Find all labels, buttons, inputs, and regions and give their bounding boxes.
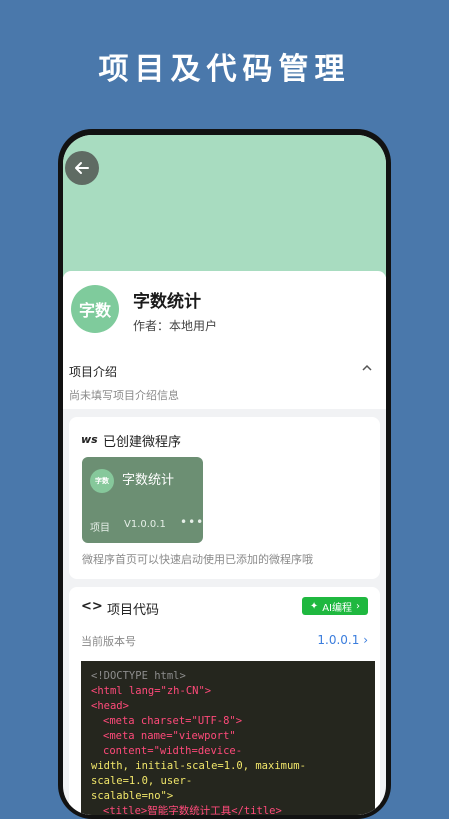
phone-frame: 字数 字数统计 作者：本地用户 项目介绍 尚未填写项目介绍信息 ws 已创建微程… bbox=[58, 129, 391, 819]
project-header: 字数 字数统计 作者：本地用户 bbox=[63, 271, 386, 351]
code-line: scalable=no"> bbox=[91, 790, 174, 802]
project-avatar: 字数 bbox=[71, 285, 119, 333]
code-line: width, initial-scale=1.0, maximum-scale=… bbox=[91, 760, 306, 787]
code-line: <meta name="viewport" content="width=dev… bbox=[103, 730, 243, 757]
version-label: 当前版本号 bbox=[81, 635, 136, 648]
intro-description: 尚未填写项目介绍信息 bbox=[69, 389, 179, 402]
tile-avatar: 字数 bbox=[90, 469, 114, 493]
project-banner bbox=[63, 135, 386, 277]
ai-coding-label: AI编程 bbox=[322, 602, 352, 614]
sparkle-icon: ✦ bbox=[309, 600, 319, 612]
tile-version: V1.0.0.1 bbox=[124, 519, 166, 530]
ai-coding-button[interactable]: ✦ AI编程 › bbox=[301, 597, 368, 615]
code-title: 项目代码 bbox=[107, 603, 160, 618]
caret-right-icon: › bbox=[356, 600, 360, 612]
mini-program-hint: 微程序首页可以快速启动使用已添加的微程序哦 bbox=[82, 553, 313, 566]
code-line: <meta charset="UTF-8"> bbox=[103, 715, 243, 727]
ws-logo-icon: ws bbox=[81, 433, 98, 446]
code-icon: <> bbox=[81, 599, 103, 614]
intro-section[interactable]: 项目介绍 尚未填写项目介绍信息 bbox=[63, 351, 386, 409]
mini-program-title: 已创建微程序 bbox=[103, 435, 182, 450]
hero-title: 项目及代码管理 bbox=[98, 52, 351, 87]
intro-title: 项目介绍 bbox=[69, 365, 118, 379]
mini-program-tile[interactable]: 字数 字数统计 项目 V1.0.0.1 ••• bbox=[82, 457, 203, 543]
more-icon[interactable]: ••• bbox=[180, 515, 204, 529]
code-line: <html lang="zh-CN"> bbox=[91, 685, 212, 697]
tile-type: 项目 bbox=[90, 523, 110, 534]
code-line: <title>智能字数统计工具</title> bbox=[103, 805, 282, 815]
arrow-left-icon bbox=[75, 162, 89, 174]
version-value-link[interactable]: 1.0.0.1 › bbox=[317, 633, 368, 647]
code-line: <head> bbox=[91, 700, 129, 712]
back-button[interactable] bbox=[65, 151, 99, 185]
project-name: 字数统计 bbox=[133, 292, 201, 312]
chevron-up-icon[interactable] bbox=[362, 363, 372, 373]
chevron-right-icon: › bbox=[363, 633, 368, 647]
tile-name: 字数统计 bbox=[122, 473, 175, 488]
code-section: <> 项目代码 ✦ AI编程 › 当前版本号 1.0.0.1 › <!DOCTY… bbox=[69, 587, 380, 815]
mini-program-card: ws 已创建微程序 字数 字数统计 项目 V1.0.0.1 ••• 微程序首页可… bbox=[69, 417, 380, 579]
code-editor[interactable]: <!DOCTYPE html> <html lang="zh-CN"> <hea… bbox=[81, 661, 375, 815]
project-author: 作者：本地用户 bbox=[133, 319, 218, 333]
app-screen: 字数 字数统计 作者：本地用户 项目介绍 尚未填写项目介绍信息 ws 已创建微程… bbox=[63, 135, 386, 815]
version-value: 1.0.0.1 bbox=[317, 633, 360, 647]
code-line: <!DOCTYPE html> bbox=[91, 670, 186, 682]
